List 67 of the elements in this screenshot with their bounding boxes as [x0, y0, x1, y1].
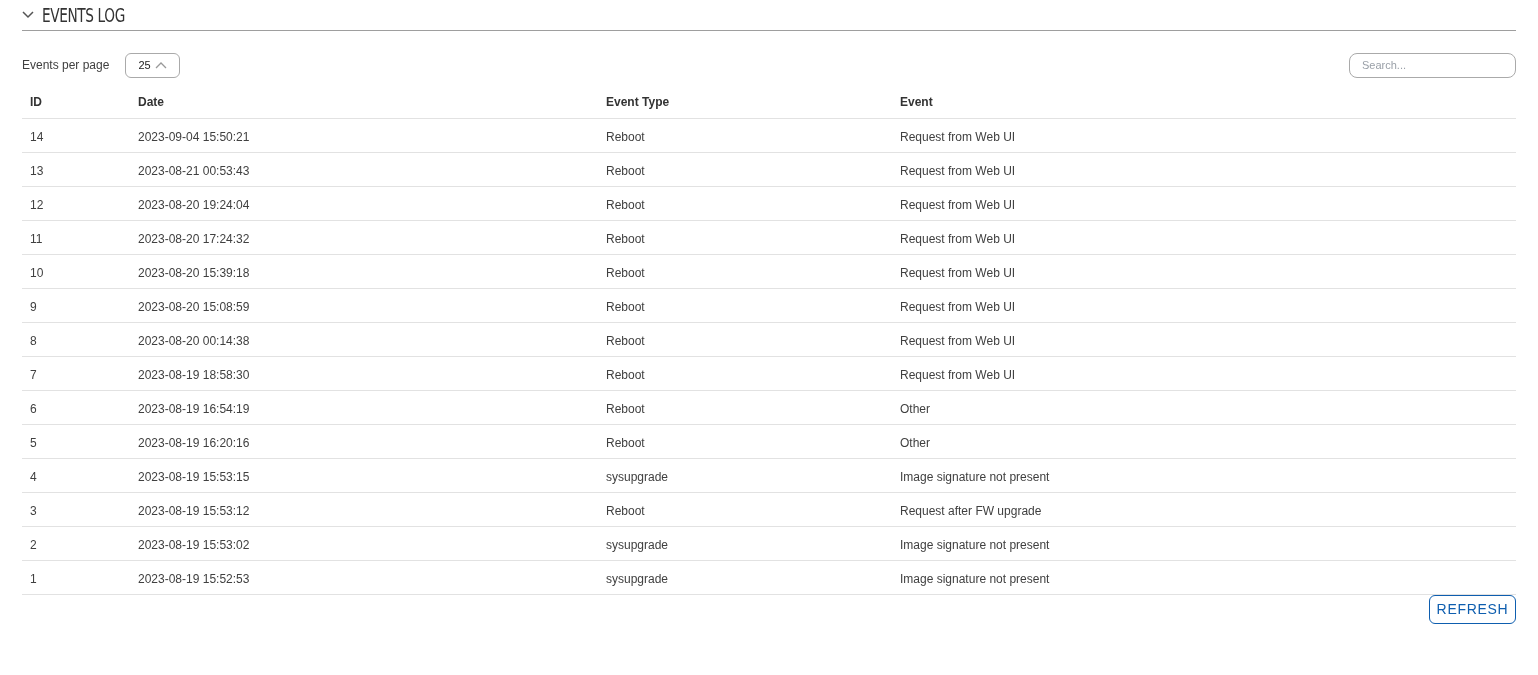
column-header: Event Type — [606, 95, 670, 109]
table-cell: 2023-08-20 15:39:18 — [138, 265, 250, 280]
table-cell: 9 — [30, 299, 37, 314]
table-cell: Request from Web UI — [900, 129, 1016, 144]
table-cell: 2023-08-19 18:58:30 — [138, 367, 250, 382]
table-cell: Request from Web UI — [900, 197, 1016, 212]
table-cell: Image signature not present — [900, 537, 1050, 552]
table-cell: sysupgrade — [606, 571, 669, 586]
table-cell: Reboot — [606, 435, 645, 450]
refresh-button[interactable]: REFRESH — [1429, 595, 1516, 624]
per-page-select[interactable]: 25 — [125, 52, 180, 78]
table-cell: Reboot — [606, 163, 645, 178]
table-cell: Request from Web UI — [900, 163, 1016, 178]
table-cell: Reboot — [606, 265, 645, 280]
table-cell: 2023-08-20 00:14:38 — [138, 333, 250, 348]
table-cell: 2 — [30, 537, 37, 552]
table-cell: 2023-08-21 00:53:43 — [138, 163, 250, 178]
table-cell: Request after FW upgrade — [900, 503, 1042, 518]
table-cell: 1 — [30, 571, 37, 586]
table-cell: Reboot — [606, 299, 645, 314]
table-cell: Reboot — [606, 367, 645, 382]
table-cell: 8 — [30, 333, 37, 348]
table-cell: Request from Web UI — [900, 265, 1016, 280]
column-header: ID — [30, 95, 42, 109]
caret-icon — [154, 61, 167, 69]
table-cell: 14 — [30, 129, 44, 144]
table-cell: 2023-08-19 15:53:02 — [138, 537, 250, 552]
table-cell: Reboot — [606, 231, 645, 246]
table-cell: Reboot — [606, 333, 645, 348]
column-header: Event — [900, 95, 933, 109]
table-cell: Request from Web UI — [900, 231, 1016, 246]
table-cell: 2023-08-20 17:24:32 — [138, 231, 250, 246]
table-cell: 5 — [30, 435, 37, 450]
table-cell: sysupgrade — [606, 537, 669, 552]
table-cell: 4 — [30, 469, 37, 484]
table-cell: 2023-08-20 15:08:59 — [138, 299, 250, 314]
table-cell: Reboot — [606, 503, 645, 518]
table-cell: Reboot — [606, 197, 645, 212]
table-cell: Other — [900, 401, 930, 416]
table-cell: 2023-08-19 15:52:53 — [138, 571, 250, 586]
table-cell: 2023-08-19 16:54:19 — [138, 401, 250, 416]
table-cell: 6 — [30, 401, 37, 416]
search-field[interactable]: Search... — [1349, 52, 1516, 78]
table-cell: 12 — [30, 197, 44, 212]
table-cell: 13 — [30, 163, 44, 178]
table-cell: 11 — [30, 231, 43, 246]
table-cell: Reboot — [606, 129, 645, 144]
table-cell: 2023-08-19 15:53:15 — [138, 469, 250, 484]
table-cell: 2023-08-20 19:24:04 — [138, 197, 250, 212]
table-cell: 2023-09-04 15:50:21 — [138, 129, 250, 144]
table-cell: 2023-08-19 16:20:16 — [138, 435, 250, 450]
chevron-icon[interactable] — [22, 11, 34, 19]
table-cell: Other — [900, 435, 930, 450]
table-cell: Request from Web UI — [900, 367, 1016, 382]
table-cell: 7 — [30, 367, 37, 382]
table-cell: sysupgrade — [606, 469, 669, 484]
events-per-page-label: Events per page — [22, 57, 110, 74]
table-cell: 10 — [30, 265, 44, 280]
table-cell: 2023-08-19 15:53:12 — [138, 503, 250, 518]
section-title: EVENTS LOG — [42, 2, 125, 28]
table-cell: 3 — [30, 503, 37, 518]
table-cell: Image signature not present — [900, 571, 1050, 586]
table-cell: Request from Web UI — [900, 333, 1016, 348]
table-cell: Image signature not present — [900, 469, 1050, 484]
table-cell: Reboot — [606, 401, 645, 416]
table-cell: Request from Web UI — [900, 299, 1016, 314]
column-header: Date — [138, 95, 164, 109]
